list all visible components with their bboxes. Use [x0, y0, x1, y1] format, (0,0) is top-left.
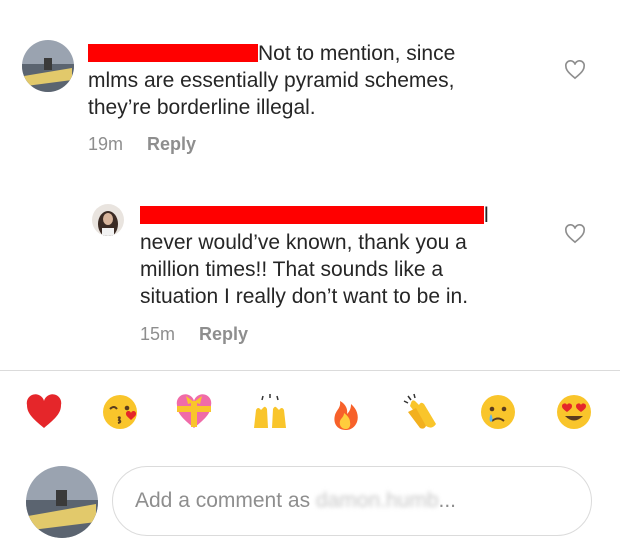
reply-button[interactable]: Reply	[147, 134, 196, 154]
reply-avatar[interactable]	[92, 204, 124, 236]
like-heart-icon[interactable]	[564, 224, 586, 244]
heart-with-ribbon-emoji-icon[interactable]	[174, 392, 214, 432]
blurred-username: damon.humb	[315, 489, 439, 512]
raising-hands-emoji-icon[interactable]	[250, 392, 290, 432]
face-blowing-kiss-emoji-icon[interactable]	[100, 392, 140, 432]
divider	[0, 370, 620, 371]
crying-face-emoji-icon[interactable]	[478, 392, 518, 432]
comment-body: Not to mention, since mlms are essential…	[88, 42, 456, 119]
current-user-avatar	[26, 466, 98, 538]
comment-input[interactable]: Add a comment as damon.humb...	[112, 466, 592, 536]
redacted-username	[88, 44, 258, 62]
reply-button[interactable]: Reply	[199, 324, 248, 344]
fire-emoji-icon[interactable]	[326, 392, 366, 432]
comment-timestamp: 19m	[88, 134, 124, 154]
comment-timestamp: 15m	[140, 324, 176, 344]
red-heart-emoji-icon[interactable]	[24, 392, 64, 432]
clapping-hands-emoji-icon[interactable]	[402, 392, 442, 432]
reply-meta: 15m Reply	[140, 324, 248, 345]
redacted-username	[140, 206, 484, 224]
comment-meta: 19m Reply	[88, 134, 196, 155]
comment-input-placeholder: Add a comment as damon.humb...	[135, 489, 457, 512]
heart-eyes-emoji-icon[interactable]	[554, 392, 594, 432]
commenter-avatar[interactable]	[22, 40, 74, 92]
reply-body: l never would’ve known, thank you a mill…	[140, 204, 489, 308]
like-heart-icon[interactable]	[564, 60, 586, 80]
